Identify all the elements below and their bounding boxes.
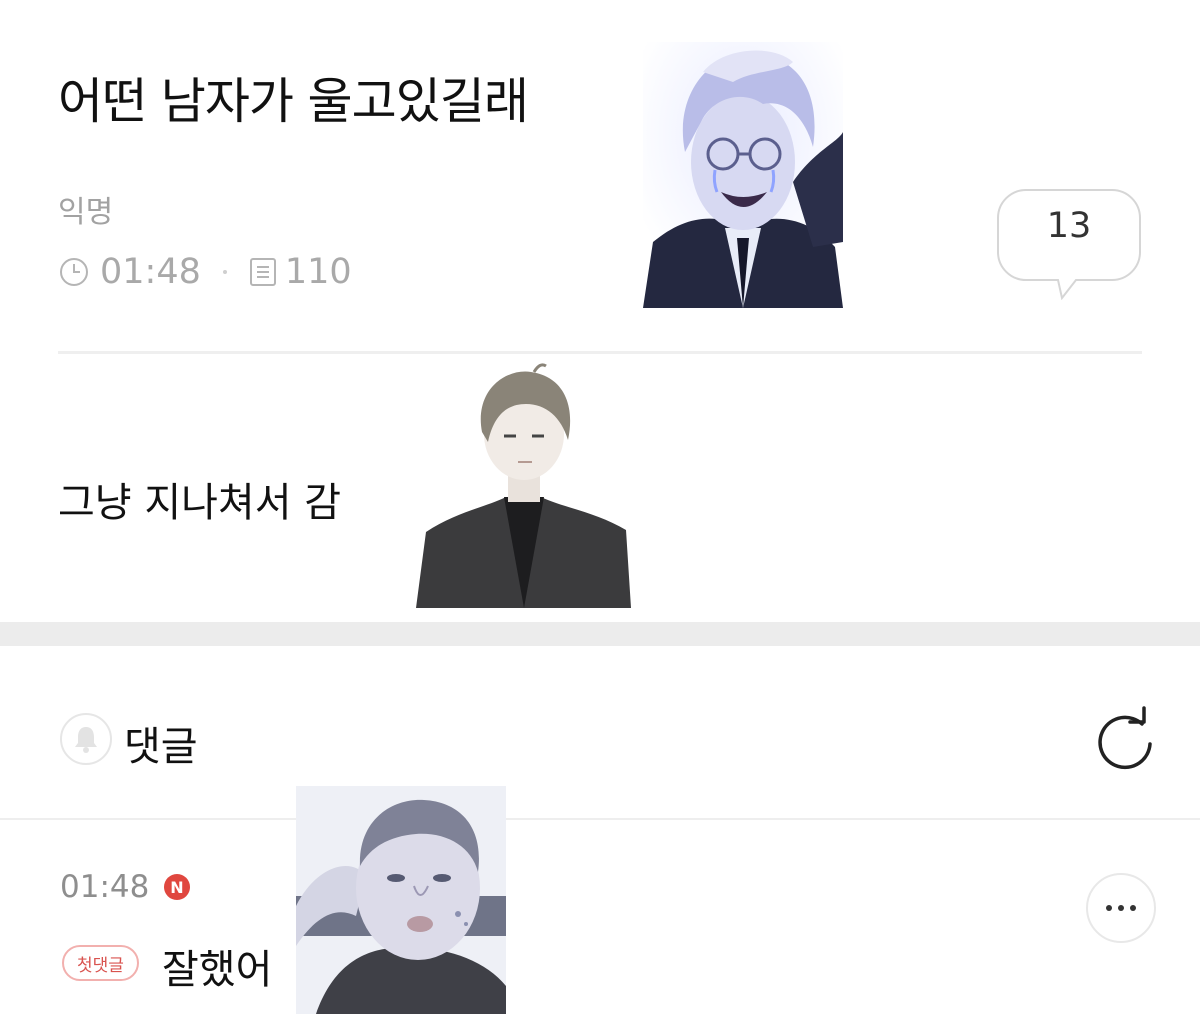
more-dot-icon [1106,905,1112,911]
post-views: 110 [284,252,352,292]
post-time: 01:48 [100,252,201,292]
divider [0,818,1200,820]
meta-separator [222,270,227,274]
crying-man-sticker [643,42,843,308]
notification-toggle-button[interactable] [60,713,112,765]
post-author: 익명 [58,195,114,230]
more-dot-icon [1130,905,1136,911]
surprised-man-sticker [296,786,506,1014]
comments-title: 댓글 [124,724,198,770]
first-comment-badge: 첫댓글 [62,945,139,981]
post-body: 그냥 지나쳐서 감 [58,480,342,526]
post-title: 어떤 남자가 울고있길래 [58,73,529,130]
more-options-button[interactable] [1086,873,1156,943]
clock-icon [58,256,90,288]
refresh-icon[interactable] [1090,706,1160,776]
man-in-black-suit-sticker [416,362,631,608]
more-dot-icon [1118,905,1124,911]
bell-icon [75,727,97,753]
comment-text: 잘했어 [162,947,273,993]
divider [58,351,1142,354]
views-icon [249,256,277,288]
new-badge: N [164,874,190,900]
section-gap [0,622,1200,646]
comment-time: 01:48 [60,869,150,905]
post-meta: 01:48 110 [58,250,352,294]
comment-count[interactable]: 13 [996,206,1142,246]
